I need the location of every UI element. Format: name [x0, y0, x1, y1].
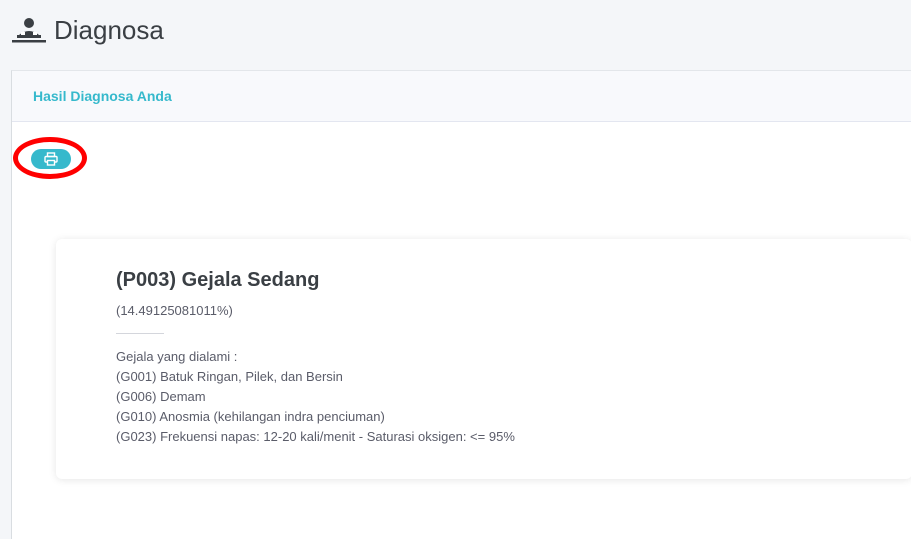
result-score: (14.49125081011%)	[116, 303, 233, 318]
list-item: (G010) Anosmia (kehilangan indra pencium…	[116, 409, 385, 424]
list-item: (G006) Demam	[116, 389, 206, 404]
symptoms-heading: Gejala yang dialami :	[116, 349, 238, 364]
print-icon	[44, 152, 58, 166]
user-md-icon	[12, 17, 46, 45]
page-title: Diagnosa	[54, 15, 164, 45]
card-title: Hasil Diagnosa Anda	[33, 88, 172, 104]
diagnosis-card: Hasil Diagnosa Anda (P003) Gejala Sedang…	[11, 70, 911, 539]
result-title: (P003) Gejala Sedang	[116, 269, 320, 291]
list-item: (G023) Frekuensi napas: 12-20 kali/menit…	[116, 429, 515, 444]
result-card: (P003) Gejala Sedang (14.49125081011%) G…	[56, 239, 911, 479]
divider	[116, 333, 164, 334]
card-header: Hasil Diagnosa Anda	[12, 71, 911, 122]
page: Diagnosa Hasil Diagnosa Anda (P003) Geja…	[0, 0, 911, 539]
symptoms-list: Gejala yang dialami : (G001) Batuk Ringa…	[116, 347, 515, 447]
print-button[interactable]	[31, 149, 71, 169]
page-header: Diagnosa	[0, 0, 911, 64]
list-item: (G001) Batuk Ringan, Pilek, dan Bersin	[116, 369, 343, 384]
